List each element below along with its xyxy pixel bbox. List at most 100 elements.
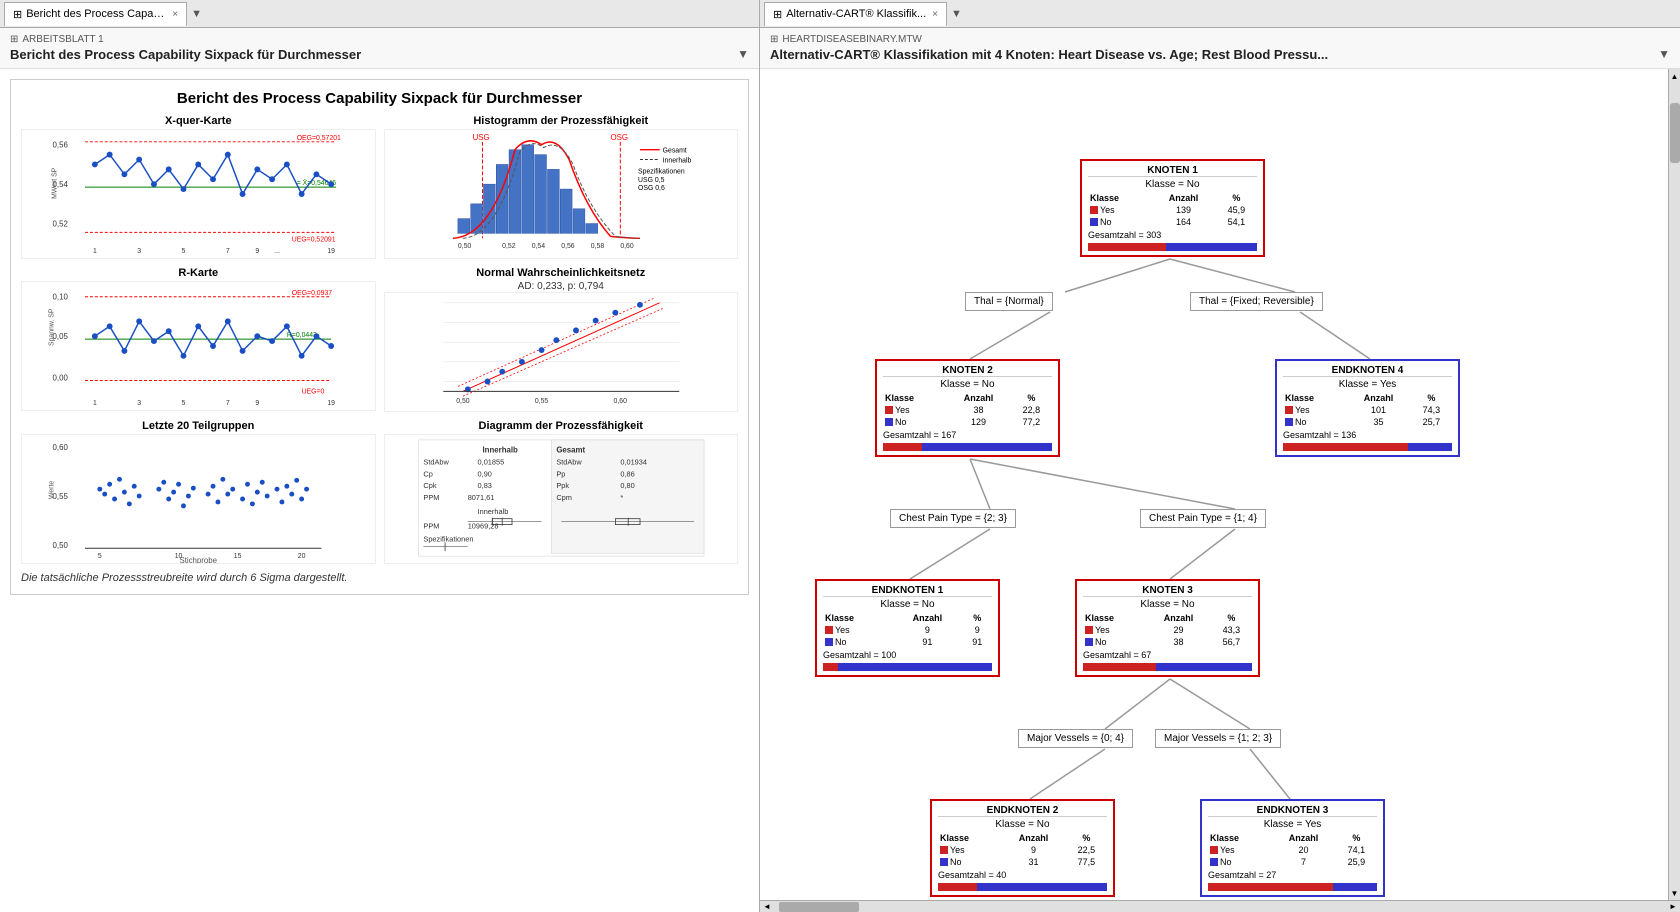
knoten3-table: KlasseAnzahl% Yes 29 43,3 No 38 56,7 [1083,612,1252,648]
svg-text:USG 0,5: USG 0,5 [638,177,665,184]
svg-text:9: 9 [255,400,259,407]
node-knoten1: KNOTEN 1 Klasse = No KlasseAnzahl% Yes 1… [1080,159,1265,257]
endknoten1-subtitle: Klasse = No [823,599,992,610]
svg-text:5: 5 [182,400,186,407]
xbar-svg: 0,56 0,54 0,52 MWert SP OEG=0,57201 = X̄… [22,130,375,258]
r-chart-title: R-Karte [21,267,376,279]
svg-text:15: 15 [234,553,242,560]
endknoten3-subtitle: Klasse = Yes [1208,819,1377,830]
left-panel: ⊞ Bericht des Process Capab... × ▼ ⊞ ARB… [0,0,760,912]
svg-text:0,86: 0,86 [620,469,634,478]
histogram-chart: Histogramm der Prozessfähigkeit USG OSG … [384,115,739,259]
svg-text:0,90: 0,90 [477,469,491,478]
knoten3-title: KNOTEN 3 [1083,585,1252,597]
svg-text:MWert SP: MWert SP [51,167,58,199]
svg-text:0,01934: 0,01934 [620,458,647,467]
capability-svg: Innerhalb Gesamt Gesamt StdAbw 0,01855 S… [385,435,738,563]
node-endknoten4: ENDKNOTEN 4 Klasse = Yes KlasseAnzahl% Y… [1275,359,1460,457]
svg-text:19: 19 [327,400,335,407]
endknoten2-title: ENDKNOTEN 2 [938,805,1107,817]
endknoten1-table: KlasseAnzahl% Yes 9 9 No 91 91 [823,612,992,648]
svg-text:20: 20 [298,553,306,560]
capability-chart: Diagramm der Prozessfähigkeit Innerhalb … [384,420,739,564]
svg-text:0,60: 0,60 [613,398,627,405]
left-tab-more[interactable]: ▼ [191,8,202,20]
endknoten1-bar [823,663,992,671]
histogram-title: Histogramm der Prozessfähigkeit [384,115,739,127]
scrollbar-thumb[interactable] [1670,103,1680,163]
knoten2-total: Gesamtzahl = 167 [883,430,1052,440]
prob-plot-subtitle: AD: 0,233, p: 0,794 [384,281,739,292]
r-chart: R-Karte 0,10 0,05 0,00 Spannw. SP OEG=0,… [21,267,376,412]
right-tab-more[interactable]: ▼ [951,8,962,20]
knoten1-title: KNOTEN 1 [1088,165,1257,177]
horizontal-scrollbar[interactable]: ◄ ► [760,900,1680,912]
scatter-area: 0,60 0,55 0,50 Werte [21,434,376,564]
left-tab[interactable]: ⊞ Bericht des Process Capab... × [4,2,187,26]
endknoten2-total: Gesamtzahl = 40 [938,870,1107,880]
right-workspace-label: ⊞ HEARTDISEASEBINARY.MTW [770,34,1670,45]
left-arrow-btn[interactable]: ▼ [737,47,749,61]
left-tab-close[interactable]: × [172,9,178,20]
right-report-title: Alternativ-CART® Klassifikation mit 4 Kn… [770,47,1328,62]
svg-text:*: * [620,493,623,502]
endknoten4-table: KlasseAnzahl% Yes 101 74,3 No 35 25,7 [1283,392,1452,428]
svg-text:0,60: 0,60 [620,243,634,250]
svg-text:10969,28: 10969,28 [467,522,498,531]
svg-text:0,54: 0,54 [531,243,545,250]
left-grid-icon: ⊞ [10,34,18,45]
svg-text:3: 3 [137,400,141,407]
decision-majvessels-123: Major Vessels = {1; 2; 3} [1155,729,1281,748]
histogram-area: USG OSG Gesamt Innerhalb Spezifikationen… [384,129,739,259]
svg-text:1: 1 [93,400,97,407]
endknoten1-total: Gesamtzahl = 100 [823,650,992,660]
knoten1-total: Gesamtzahl = 303 [1088,230,1257,240]
h-scrollbar-thumb[interactable] [779,902,859,912]
svg-text:Stichprobe: Stichprobe [179,556,217,563]
endknoten3-total: Gesamtzahl = 27 [1208,870,1377,880]
svg-text:Gesamt: Gesamt [662,148,686,155]
right-tab-bar: ⊞ Alternativ-CART® Klassifik... × ▼ [760,0,1680,28]
right-tab-grid-icon: ⊞ [773,8,782,21]
right-arrow-btn[interactable]: ▼ [1658,47,1670,61]
endknoten2-table: KlasseAnzahl% Yes 9 22,5 No 31 77,5 [938,832,1107,868]
prob-plot-chart: Normal Wahrscheinlichkeitsnetz AD: 0,233… [384,267,739,412]
prob-plot-area: 0,50 0,55 0,60 [384,292,739,412]
endknoten4-subtitle: Klasse = Yes [1283,379,1452,390]
svg-text:7: 7 [226,248,230,255]
sixpack-note: Die tatsächliche Prozessstreubreite wird… [21,572,738,584]
right-tab-close[interactable]: × [932,9,938,20]
scroll-right-btn[interactable]: ► [1666,901,1680,912]
svg-text:USG: USG [472,133,489,142]
right-scrollbar[interactable]: ▲ ▼ [1668,69,1680,900]
svg-text:19: 19 [327,248,335,255]
endknoten4-bar [1283,443,1452,451]
knoten2-subtitle: Klasse = No [883,379,1052,390]
svg-text:0,50: 0,50 [53,541,69,550]
svg-text:Cp: Cp [423,469,432,478]
scatter-title: Letzte 20 Teilgruppen [21,420,376,432]
node-endknoten2: ENDKNOTEN 2 Klasse = No KlasseAnzahl% Ye… [930,799,1115,897]
sixpack-container: Bericht des Process Capability Sixpack f… [10,79,749,595]
capability-area: Innerhalb Gesamt Gesamt StdAbw 0,01855 S… [384,434,739,564]
decision-majvessels-04: Major Vessels = {0; 4} [1018,729,1133,748]
scroll-down-btn[interactable]: ▼ [1669,886,1680,900]
endknoten4-title: ENDKNOTEN 4 [1283,365,1452,377]
svg-text:0,01855: 0,01855 [477,458,504,467]
scroll-up-btn[interactable]: ▲ [1669,69,1680,83]
scroll-left-btn[interactable]: ◄ [760,901,774,912]
svg-text:1: 1 [93,248,97,255]
decision-chestpain-23: Chest Pain Type = {2; 3} [890,509,1016,528]
svg-text:8071,61: 8071,61 [467,493,494,502]
histogram-svg: USG OSG Gesamt Innerhalb Spezifikationen… [385,130,738,258]
svg-text:0,50: 0,50 [457,243,471,250]
right-tab-title: Alternativ-CART® Klassifik... [786,8,926,20]
node-knoten3: KNOTEN 3 Klasse = No KlasseAnzahl% Yes 2… [1075,579,1260,677]
svg-text:0,52: 0,52 [502,243,516,250]
right-tab[interactable]: ⊞ Alternativ-CART® Klassifik... × [764,2,947,26]
prob-plot-title: Normal Wahrscheinlichkeitsnetz [384,267,739,279]
endknoten3-table: KlasseAnzahl% Yes 20 74,1 No 7 25,9 [1208,832,1377,868]
endknoten2-subtitle: Klasse = No [938,819,1107,830]
xbar-chart: X-quer-Karte 0,56 0,54 0,52 MWert SP OEG… [21,115,376,259]
svg-text:0,00: 0,00 [53,373,69,382]
